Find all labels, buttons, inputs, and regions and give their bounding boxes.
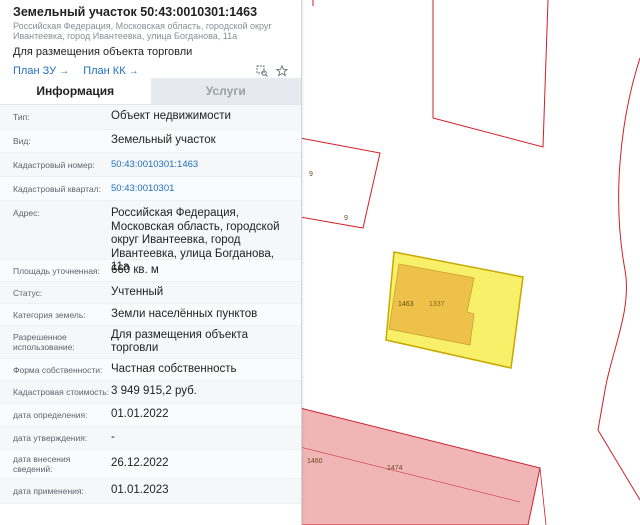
map-label-9-b: 9 <box>344 215 348 222</box>
list-item: Тип: Объект недвижимости <box>0 105 301 130</box>
tab-information[interactable]: Информация <box>0 78 151 104</box>
map-label-9-a: 9 <box>309 171 313 178</box>
list-item: Кадастровый номер: 50:43:0010301:1463 <box>0 153 301 177</box>
attr-label: Адрес: <box>13 208 40 218</box>
attr-value: Земельный участок <box>111 134 216 147</box>
parcel-bottom-edge <box>539 467 547 525</box>
attr-value: Российская Федерация, Московская область… <box>111 207 280 273</box>
cadastral-quarter-link[interactable]: 50:43:0010301 <box>111 182 174 196</box>
attr-value: - <box>111 431 115 444</box>
zoom-to-object-icon[interactable] <box>256 65 268 77</box>
attr-label: Вид: <box>13 136 31 146</box>
map-label-1474: 1474 <box>387 465 403 472</box>
parcel-right-edge[interactable] <box>597 57 640 501</box>
list-item: Разрешенное использование: Для размещени… <box>0 326 301 359</box>
attr-value: Частная собственность <box>111 362 237 375</box>
favorite-star-icon[interactable] <box>275 64 289 77</box>
object-title: Земельный участок 50:43:0010301:1463 <box>13 5 258 19</box>
tab-services[interactable]: Услуги <box>150 78 301 104</box>
object-purpose: Для размещения объекта торговли <box>13 46 193 58</box>
info-panel: Земельный участок 50:43:0010301:1463 Рос… <box>0 0 302 525</box>
list-item: Категория земель: Земли населённых пункт… <box>0 304 301 326</box>
attr-value: Земли населённых пунктов <box>111 307 258 320</box>
plan-kk-label: План КК <box>83 65 126 77</box>
list-item: Площадь уточненная: 660 кв. м <box>0 260 301 282</box>
parcel-top-right[interactable] <box>432 0 549 148</box>
parcel-1474[interactable] <box>299 407 541 525</box>
attr-label: Кадастровая стоимость: <box>13 387 110 397</box>
plan-zu-link[interactable]: План ЗУ → <box>13 65 69 77</box>
plan-zu-label: План ЗУ <box>13 65 57 77</box>
arrow-right-icon: → <box>59 66 70 77</box>
attr-label: Форма собственности: <box>13 364 103 375</box>
list-item: Кадастровая стоимость: 3 949 915,2 руб. <box>0 381 301 404</box>
list-item: Вид: Земельный участок <box>0 130 301 153</box>
list-item: дата определения: 01.01.2022 <box>0 404 301 427</box>
attr-label: дата применения: <box>13 486 84 496</box>
attr-label: дата внесения сведений: <box>13 454 71 474</box>
map-label-1460: 1460 <box>307 458 323 465</box>
list-item: Форма собственности: Частная собственнос… <box>0 359 301 381</box>
list-item: дата применения: 01.01.2023 <box>0 479 301 504</box>
attr-label: Разрешенное использование: <box>13 332 75 352</box>
list-item: Статус: Учтенный <box>0 282 301 304</box>
header-actions <box>256 64 289 77</box>
panel-header: Земельный участок 50:43:0010301:1463 Рос… <box>0 0 301 78</box>
attr-label: Тип: <box>13 112 30 122</box>
attr-value: Учтенный <box>111 285 164 298</box>
object-sub-address: Российская Федерация, Московская область… <box>13 21 272 41</box>
attr-value: 01.01.2022 <box>111 408 169 421</box>
plan-links: План ЗУ → План КК → <box>13 64 289 81</box>
parcel-9[interactable] <box>299 137 381 229</box>
attr-label: Категория земель: <box>13 309 86 320</box>
attr-value: 660 кв. м <box>111 263 159 276</box>
attr-value: Для размещения объекта торговли <box>111 328 248 355</box>
attr-label: Кадастровый номер: <box>13 159 95 170</box>
attribute-list: Тип: Объект недвижимости Вид: Земельный … <box>0 105 301 504</box>
attr-label: Статус: <box>13 287 43 298</box>
list-item: дата утверждения: - <box>0 427 301 450</box>
attr-label: Площадь уточненная: <box>13 265 100 276</box>
panel-tabs: Информация Услуги <box>0 78 301 105</box>
map-label-1337: 1337 <box>429 301 445 308</box>
list-item: дата внесения сведений: 26.12.2022 <box>0 450 301 479</box>
arrow-right-icon: → <box>128 66 139 77</box>
attr-label: Кадастровый квартал: <box>13 183 101 194</box>
plan-kk-link[interactable]: План КК → <box>83 65 138 77</box>
attr-value: Объект недвижимости <box>111 110 231 123</box>
attr-value: 01.01.2023 <box>111 484 169 497</box>
attr-value: 3 949 915,2 руб. <box>111 385 197 398</box>
map-label-1463: 1463 <box>398 301 414 308</box>
cadastral-number-link[interactable]: 50:43:0010301:1463 <box>111 158 198 172</box>
list-item: Кадастровый квартал: 50:43:0010301 <box>0 177 301 201</box>
attr-value: 26.12.2022 <box>111 457 169 470</box>
list-item: Адрес: Российская Федерация, Московская … <box>0 201 301 273</box>
attr-label: дата определения: <box>13 410 88 420</box>
attr-label: дата утверждения: <box>13 433 88 443</box>
